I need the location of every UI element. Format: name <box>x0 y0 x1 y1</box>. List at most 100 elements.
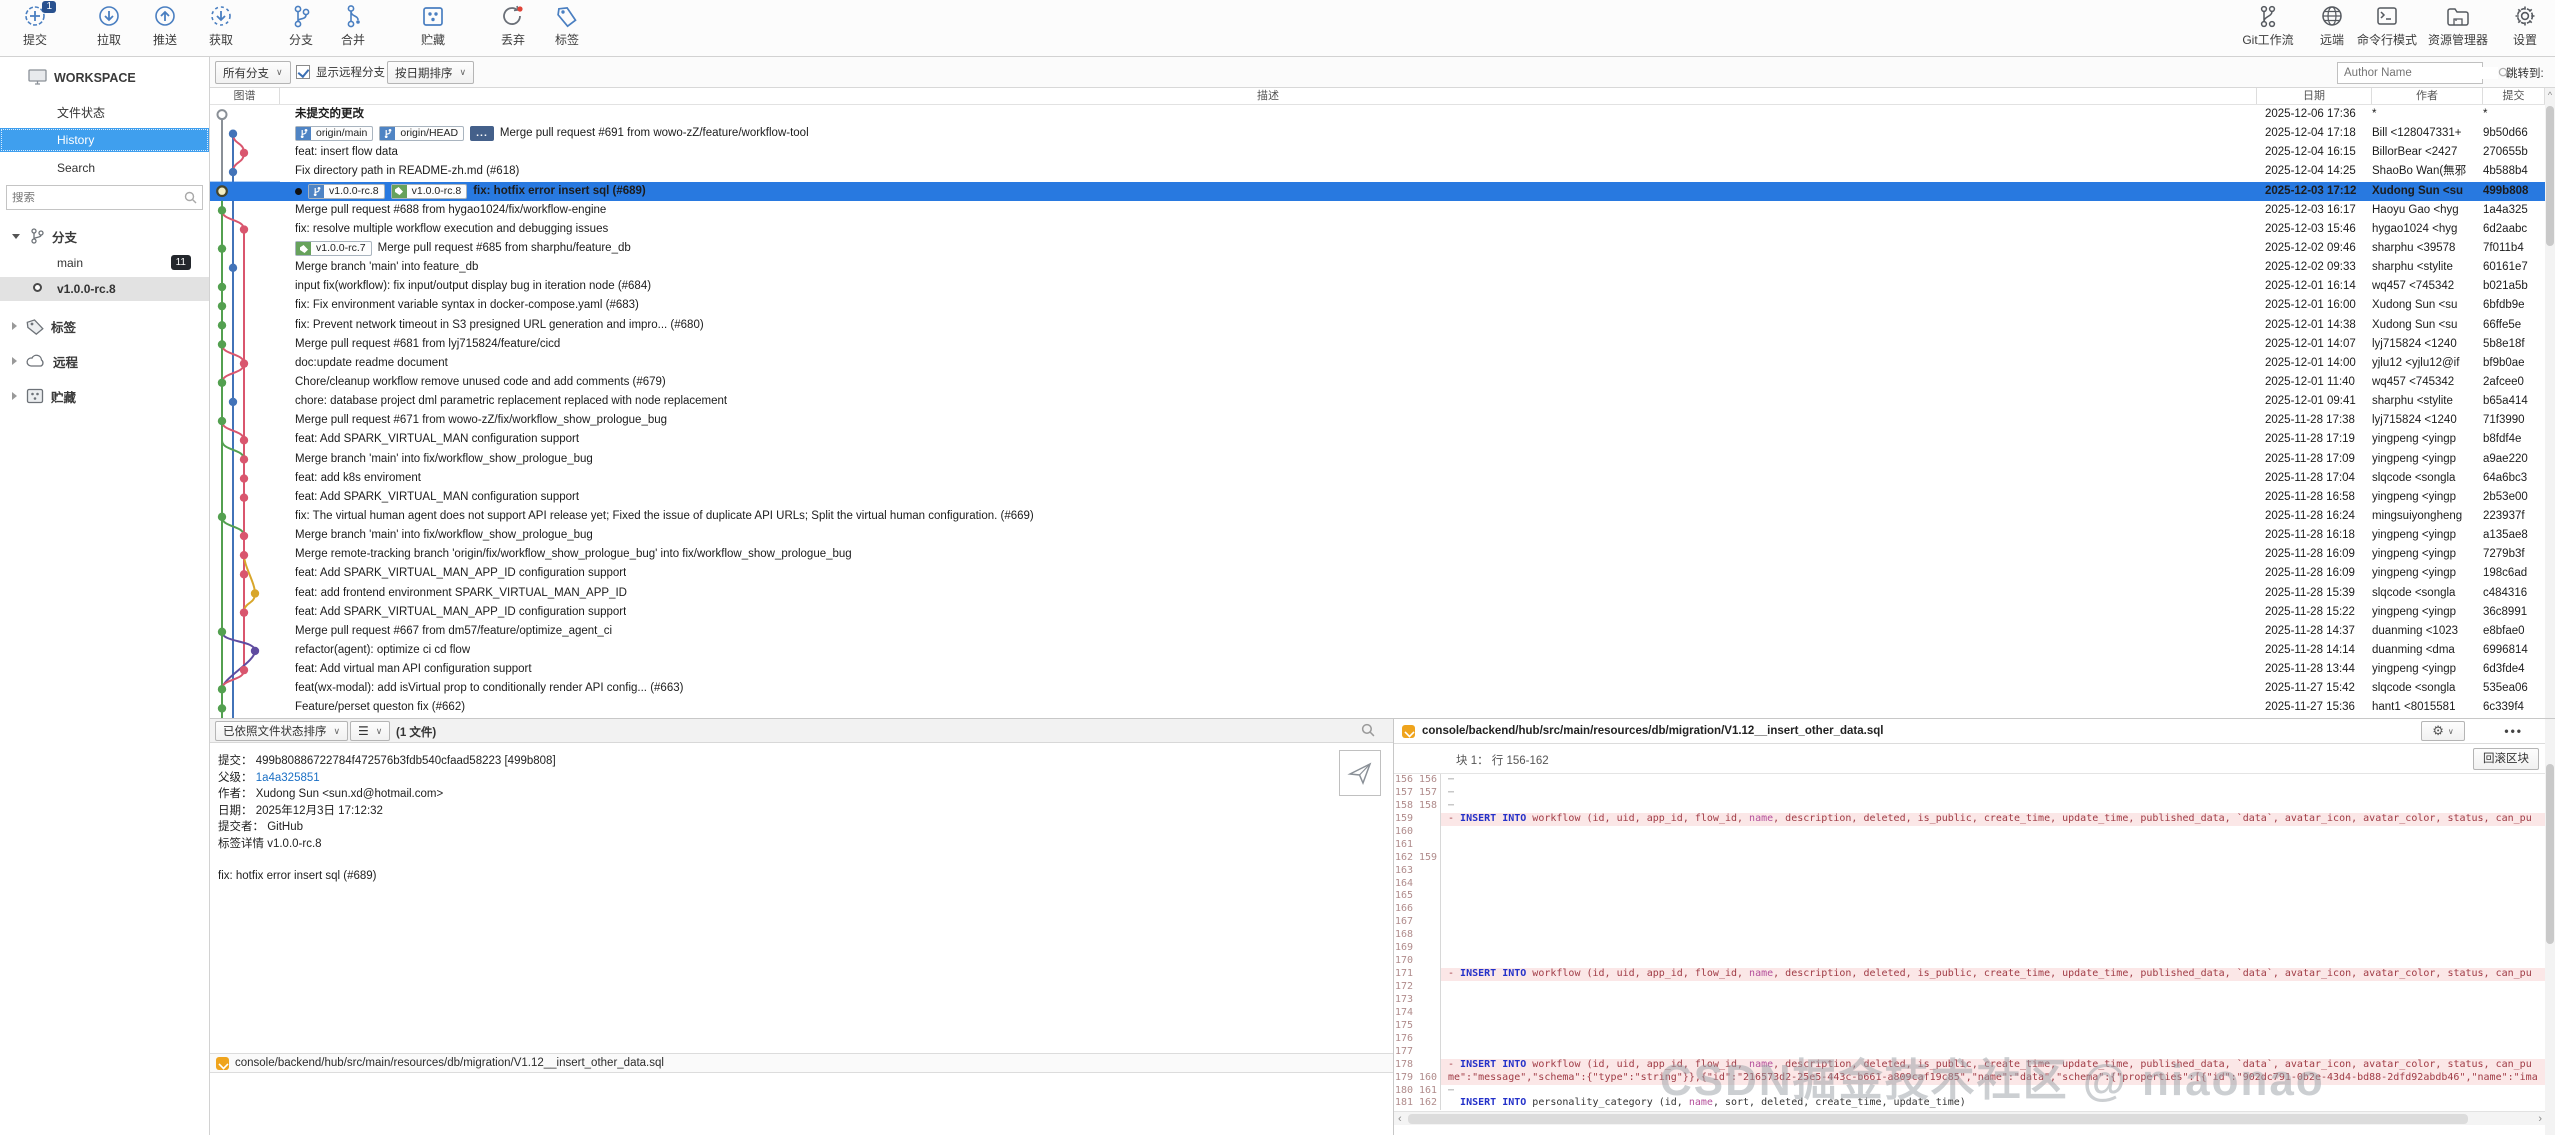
diff-line[interactable]: 171- INSERT INTO workflow (id, uid, app_… <box>1394 968 2546 981</box>
column-description[interactable]: 描述 <box>280 88 2257 104</box>
commit-row[interactable]: feat: Add SPARK_VIRTUAL_MAN configuratio… <box>210 488 2545 507</box>
commit-row[interactable]: doc:update readme document2025-12-01 14:… <box>210 354 2545 373</box>
commit-row[interactable]: origin/mainorigin/HEAD...Merge pull requ… <box>210 124 2545 143</box>
sidebar-item-search[interactable]: Search <box>0 156 209 180</box>
scrollbar-thumb[interactable] <box>1408 1114 2468 1124</box>
commit-row[interactable]: feat: insert flow data2025-12-04 16:15Bi… <box>210 143 2545 162</box>
fetch-button[interactable]: 获取 <box>186 3 256 48</box>
scroll-right-arrow[interactable]: › <box>2538 1112 2542 1126</box>
explorer-button[interactable]: 资源管理器 <box>2423 3 2493 48</box>
settings-button[interactable]: 设置 <box>2490 3 2555 48</box>
diff-line[interactable]: 168 <box>1394 929 2546 942</box>
commit-row[interactable]: v1.0.0-rc.7Merge pull request #685 from … <box>210 239 2545 258</box>
show-remote-checkbox[interactable]: 显示远程分支 <box>296 64 385 80</box>
author-filter-input[interactable] <box>2338 67 2498 79</box>
branch-item-current[interactable]: v1.0.0-rc.8 <box>0 277 209 301</box>
sidebar-section-tags[interactable]: 标签 <box>0 313 209 339</box>
detail-value[interactable]: 1a4a325851 <box>256 772 320 784</box>
view-mode-dropdown[interactable]: ☰∨ <box>350 721 390 741</box>
commit-row[interactable]: Merge pull request #688 from hygao1024/f… <box>210 201 2545 220</box>
column-date[interactable]: 日期 <box>2257 88 2372 104</box>
diff-line[interactable]: 167 <box>1394 916 2546 929</box>
diff-line[interactable]: 178- INSERT INTO workflow (id, uid, app_… <box>1394 1059 2546 1072</box>
column-graph[interactable]: 图谱 <box>210 88 280 104</box>
diff-line[interactable]: 181162 INSERT INTO personality_category … <box>1394 1097 2546 1110</box>
diff-line[interactable]: 158158⋯ <box>1394 800 2546 813</box>
tag-button[interactable]: 标签 <box>532 3 602 48</box>
sidebar-search-input[interactable] <box>7 192 184 204</box>
diff-line[interactable]: 175 <box>1394 1020 2546 1033</box>
search-icon[interactable] <box>1361 723 1375 737</box>
column-commit[interactable]: 提交 <box>2483 88 2545 104</box>
scrollbar-thumb[interactable] <box>2546 106 2554 246</box>
branch-filter-dropdown[interactable]: 所有分支∨ <box>215 61 291 84</box>
file-sort-dropdown[interactable]: 已依照文件状态排序∨ <box>215 721 348 741</box>
branch-badge[interactable]: v1.0.0-rc.8 <box>308 184 385 199</box>
git-workflow-button[interactable]: Git工作流 <box>2233 3 2303 48</box>
diff-line[interactable]: 166 <box>1394 903 2546 916</box>
tag-badge[interactable]: v1.0.0-rc.8 <box>391 184 468 199</box>
diff-line[interactable]: 160 <box>1394 826 2546 839</box>
commit-row[interactable]: Chore/cleanup workflow remove unused cod… <box>210 373 2545 392</box>
diff-line[interactable]: 177 <box>1394 1046 2546 1059</box>
scroll-left-arrow[interactable]: ‹ <box>1398 1112 1402 1126</box>
branch-badge[interactable]: origin/main <box>295 126 373 141</box>
commit-row[interactable]: Merge branch 'main' into feature_db2025-… <box>210 258 2545 277</box>
commit-row[interactable]: Merge remote-tracking branch 'origin/fix… <box>210 545 2545 564</box>
diff-line[interactable]: 156156⋯ <box>1394 774 2546 787</box>
diff-line[interactable]: 164 <box>1394 878 2546 891</box>
scroll-up-arrow[interactable]: ^ <box>2545 90 2555 100</box>
stash-button[interactable]: 贮藏 <box>398 3 468 48</box>
commit-row[interactable]: v1.0.0-rc.8v1.0.0-rc.8fix: hotfix error … <box>210 182 2545 201</box>
commit-row[interactable]: fix: The virtual human agent does not su… <box>210 507 2545 526</box>
commit-row[interactable]: Merge branch 'main' into fix/workflow_sh… <box>210 526 2545 545</box>
diff-line[interactable]: 174 <box>1394 1007 2546 1020</box>
sidebar-section-stash[interactable]: 贮藏 <box>0 383 209 409</box>
commit-row[interactable]: Merge branch 'main' into fix/workflow_sh… <box>210 450 2545 469</box>
more-menu-button[interactable]: ••• <box>2504 724 2523 738</box>
scrollbar-thumb[interactable] <box>2546 764 2554 944</box>
diff-line[interactable]: 165 <box>1394 890 2546 903</box>
diff-options-button[interactable]: ⚙∨ <box>2421 721 2465 741</box>
commit-row[interactable]: Feature/perset queston fix (#662)2025-11… <box>210 698 2545 717</box>
commit-row[interactable]: refactor(agent): optimize ci cd flow2025… <box>210 641 2545 660</box>
diff-line[interactable]: 170 <box>1394 955 2546 968</box>
commit-row[interactable]: chore: database project dml parametric r… <box>210 392 2545 411</box>
sort-dropdown[interactable]: 按日期排序∨ <box>387 61 474 84</box>
commit-row[interactable]: feat: Add SPARK_VIRTUAL_MAN_APP_ID confi… <box>210 603 2545 622</box>
commit-row[interactable]: feat: add k8s enviroment2025-11-28 17:04… <box>210 469 2545 488</box>
revert-hunk-button[interactable]: 回滚区块 <box>2473 748 2539 770</box>
commit-row[interactable]: 未提交的更改2025-12-06 17:36** <box>210 105 2545 124</box>
branch-badge[interactable]: origin/HEAD <box>379 126 464 141</box>
diff-line[interactable]: 157157⋯ <box>1394 787 2546 800</box>
commit-row[interactable]: Merge pull request #681 from lyj715824/f… <box>210 335 2545 354</box>
sidebar-section-remote[interactable]: 远程 <box>0 348 209 374</box>
commit-row[interactable]: feat: Add SPARK_VIRTUAL_MAN configuratio… <box>210 430 2545 449</box>
branch-item-main[interactable]: main 11 <box>0 251 209 275</box>
commit-row[interactable]: Merge pull request #671 from wowo-zZ/fix… <box>210 411 2545 430</box>
more-badge[interactable]: ... <box>470 126 494 141</box>
share-button[interactable] <box>1339 750 1381 796</box>
diff-horizontal-scrollbar[interactable]: ‹ › <box>1394 1111 2546 1125</box>
diff-line[interactable]: 176 <box>1394 1033 2546 1046</box>
commit-row[interactable]: Merge pull request #667 from dm57/featur… <box>210 622 2545 641</box>
commit-button[interactable]: 1 提交 <box>0 3 70 48</box>
diff-line[interactable]: 159- INSERT INTO workflow (id, uid, app_… <box>1394 813 2546 826</box>
diff-line[interactable]: 173 <box>1394 994 2546 1007</box>
diff-line[interactable]: 162159 <box>1394 852 2546 865</box>
commit-row[interactable]: feat(wx-modal): add isVirtual prop to co… <box>210 679 2545 698</box>
commit-list-scrollbar[interactable]: ^ <box>2545 88 2555 718</box>
column-author[interactable]: 作者 <box>2372 88 2483 104</box>
diff-line[interactable]: 169 <box>1394 942 2546 955</box>
sidebar-item-history[interactable]: History <box>0 128 209 152</box>
diff-vertical-scrollbar[interactable] <box>2545 719 2555 1135</box>
diff-line[interactable]: 179160me":"message","schema":{"type":"st… <box>1394 1072 2546 1085</box>
merge-button[interactable]: 合并 <box>318 3 388 48</box>
diff-line[interactable]: 161 <box>1394 839 2546 852</box>
commit-row[interactable]: fix: Prevent network timeout in S3 presi… <box>210 316 2545 335</box>
commit-row[interactable]: fix: resolve multiple workflow execution… <box>210 220 2545 239</box>
commit-row[interactable]: input fix(workflow): fix input/output di… <box>210 277 2545 296</box>
diff-line[interactable]: 172 <box>1394 981 2546 994</box>
terminal-button[interactable]: 命令行模式 <box>2352 3 2422 48</box>
diff-line[interactable]: 163 <box>1394 865 2546 878</box>
